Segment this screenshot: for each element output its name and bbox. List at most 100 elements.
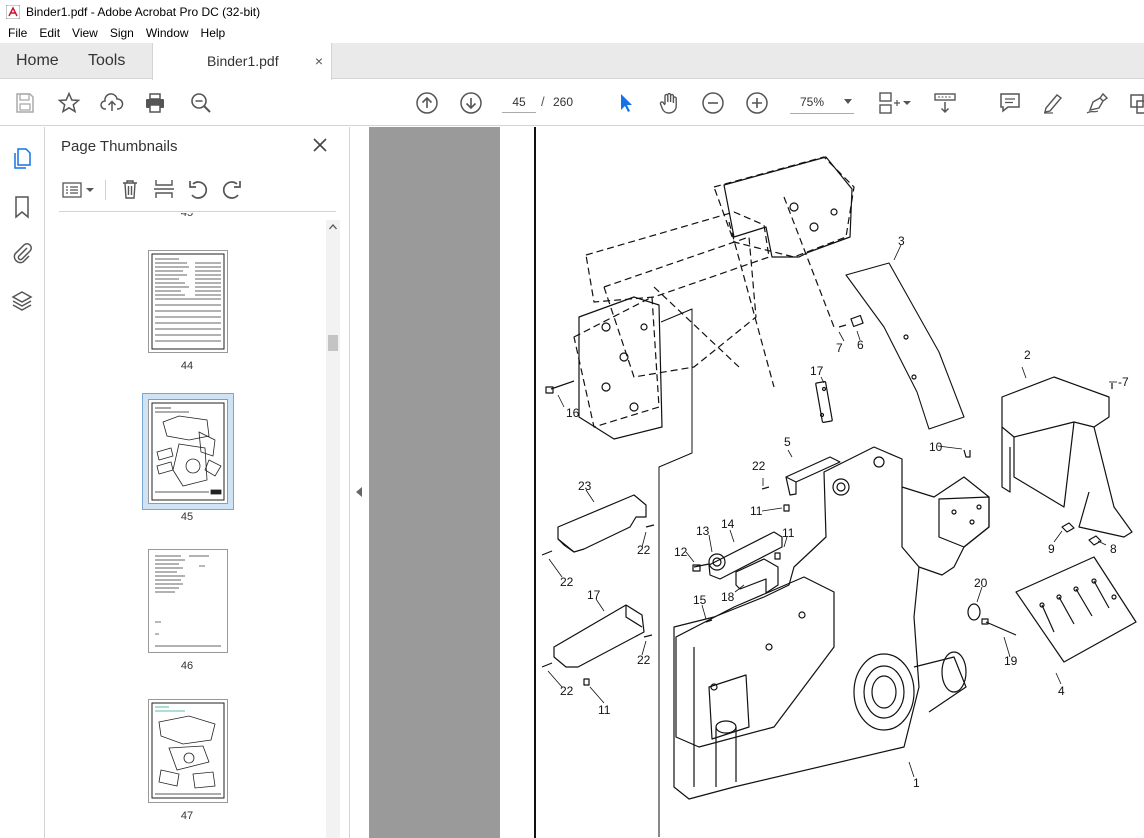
menu-file[interactable]: File: [2, 23, 33, 43]
acrobat-icon: [6, 4, 20, 19]
menu-bar: File Edit View Sign Window Help: [0, 23, 1144, 43]
rotate-left-icon[interactable]: [187, 178, 209, 200]
save-icon[interactable]: [13, 91, 37, 115]
hand-icon[interactable]: [657, 91, 681, 115]
title-bar: Binder1.pdf - Adobe Acrobat Pro DC (32-b…: [0, 0, 1144, 23]
bookmark-icon[interactable]: [10, 195, 34, 219]
callout-1: 1: [913, 776, 920, 790]
comment-icon[interactable]: [998, 91, 1022, 115]
star-icon[interactable]: [57, 91, 81, 115]
callout-14: 14: [721, 517, 735, 531]
scrollbar-thumb[interactable]: [328, 335, 338, 351]
thumbnail-preview: [151, 702, 225, 799]
thumbnail-label: 47: [180, 810, 194, 822]
callout-11-right: 11: [782, 526, 795, 540]
print-icon[interactable]: [143, 91, 167, 115]
callout-13: 13: [696, 524, 710, 538]
menu-edit[interactable]: Edit: [33, 23, 66, 43]
rotate-right-icon[interactable]: [221, 178, 243, 200]
callout-10: 10: [929, 440, 943, 454]
callout-6: 6: [857, 338, 864, 352]
select-arrow-icon[interactable]: [614, 91, 638, 115]
callout-19: 19: [1004, 654, 1018, 668]
trash-icon[interactable]: [119, 178, 141, 200]
callout-7: 7: [836, 341, 843, 355]
callout-11-bottom: 11: [598, 703, 611, 717]
callout-18: 18: [721, 590, 735, 604]
callout-9: 9: [1048, 542, 1055, 556]
chevron-up-icon[interactable]: [328, 222, 338, 232]
zoom-select[interactable]: 75%: [790, 90, 854, 114]
callout-4: 4: [1058, 684, 1065, 698]
callout-2: 2: [1024, 348, 1031, 362]
callout-22-right1: 22: [637, 543, 651, 557]
menu-sign[interactable]: Sign: [104, 23, 140, 43]
thumbnail-preview: [151, 253, 225, 350]
menu-view[interactable]: View: [66, 23, 104, 43]
toolbar-separator: [105, 180, 106, 200]
callout-minus-7: -7: [1118, 375, 1129, 389]
panel-collapse-handle[interactable]: [349, 127, 369, 838]
zoom-in-icon[interactable]: [745, 91, 769, 115]
tab-document[interactable]: Binder1.pdf ×: [152, 43, 332, 80]
more-icon[interactable]: [1128, 91, 1144, 115]
panel-toolbar: [61, 177, 341, 203]
thumbnail-page-45[interactable]: [148, 399, 228, 504]
thumbnail-list: 45 44 45 46 47: [59, 213, 331, 838]
tab-tools[interactable]: Tools: [88, 43, 125, 79]
page-down-icon[interactable]: [459, 91, 483, 115]
page-fit-icon[interactable]: [877, 91, 901, 115]
thumbnail-preview: [151, 402, 225, 501]
thumbnail-page-44[interactable]: [148, 250, 228, 353]
tab-bar: Home Tools Binder1.pdf ×: [0, 43, 1144, 80]
thumbnail-scrollbar[interactable]: [326, 220, 340, 838]
zoom-out-icon[interactable]: [701, 91, 725, 115]
tab-home[interactable]: Home: [16, 43, 59, 79]
callout-15: 15: [693, 593, 707, 607]
search-zoom-icon[interactable]: [189, 91, 213, 115]
current-page-input[interactable]: 45: [502, 91, 536, 113]
menu-window[interactable]: Window: [140, 23, 195, 43]
menu-help[interactable]: Help: [195, 23, 232, 43]
callout-16: 16: [566, 406, 580, 420]
panel-title: Page Thumbnails: [61, 138, 178, 155]
callout-21: 17: [810, 364, 824, 378]
options-menu-icon[interactable]: [61, 179, 83, 201]
page-separator: /: [541, 94, 545, 109]
callout-20: 20: [974, 576, 988, 590]
sign-icon[interactable]: [1085, 91, 1109, 115]
left-rail: [0, 127, 45, 838]
highlight-icon[interactable]: [1041, 91, 1065, 115]
thumbnail-page-46[interactable]: [148, 549, 228, 653]
callout-8: 8: [1110, 542, 1117, 556]
page-thumbnails-panel: Page Thumbnails 45 44 45 46 47: [45, 127, 349, 838]
page-up-icon[interactable]: [415, 91, 439, 115]
callout-3: 3: [898, 234, 905, 248]
attachment-icon[interactable]: [10, 241, 34, 265]
callout-17: 17: [587, 588, 601, 602]
callout-12: 12: [674, 545, 688, 559]
zoom-value: 75%: [800, 95, 825, 109]
close-icon[interactable]: [312, 137, 328, 153]
insert-pages-icon[interactable]: [153, 178, 175, 200]
exploded-parts-drawing: 3 2 -7 7 6 17 5 10 23 22 11 13 14 11 12 …: [534, 127, 1137, 838]
layers-icon[interactable]: [10, 289, 34, 313]
callout-22-left2: 22: [560, 684, 574, 698]
scroll-mode-icon[interactable]: [933, 91, 957, 115]
callout-23: 23: [578, 479, 592, 493]
chevron-left-icon[interactable]: [356, 487, 362, 497]
close-document-tab-button[interactable]: ×: [315, 43, 323, 79]
thumbnail-label: 45: [180, 511, 194, 523]
callout-22-right2: 22: [637, 653, 651, 667]
thumbnail-label: 44: [180, 360, 194, 372]
thumbnail-page-47[interactable]: [148, 699, 228, 803]
callout-5: 5: [784, 435, 791, 449]
window-title: Binder1.pdf - Adobe Acrobat Pro DC (32-b…: [26, 4, 261, 19]
page-thumbnails-icon[interactable]: [10, 147, 34, 171]
chevron-down-icon[interactable]: [85, 179, 95, 201]
callout-22-top: 22: [752, 459, 766, 473]
chevron-down-icon: [844, 99, 852, 104]
upload-icon[interactable]: [100, 91, 124, 115]
chevron-down-icon[interactable]: [902, 91, 912, 115]
callout-11-top: 11: [750, 504, 763, 518]
